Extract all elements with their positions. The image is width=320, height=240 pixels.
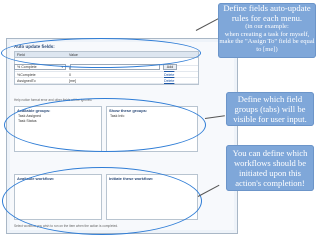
callout-groups-line1: Define which field [237, 94, 303, 104]
field-select-value: % Complete [17, 65, 37, 69]
row-value: 0 [69, 73, 71, 77]
callout-workflows-line1: You can define which [232, 148, 308, 158]
row-value: [me] [69, 79, 76, 83]
callout-fields-line4: when creating a task for myself, [224, 30, 310, 38]
callout-workflows-line3: initiated upon this [238, 168, 302, 178]
highlight-ellipse-groups [4, 98, 206, 152]
callout-workflows-line2: workflows should be [233, 158, 307, 168]
delete-link[interactable]: Delete [162, 78, 196, 83]
callout-fields-line2: rules for each menu. [231, 13, 303, 23]
row-field: %Complete [17, 73, 36, 77]
add-button[interactable]: Add [163, 64, 177, 70]
table-row: AssignedTo [me] Delete [15, 78, 198, 84]
callout-workflows: You can define which workflows should be… [226, 145, 314, 191]
callout-workflows-line4: action's completion! [235, 178, 305, 188]
pointer-line-1 [195, 17, 220, 31]
highlight-ellipse-fields [1, 38, 201, 68]
callout-groups: Define which field groups (tabs) will be… [226, 92, 314, 126]
callout-groups-line3: visible for user input. [233, 114, 307, 124]
delete-link[interactable]: Delete [162, 72, 196, 77]
highlight-ellipse-workflows [2, 167, 202, 235]
callout-groups-line2: groups (tabs) will be [234, 104, 306, 114]
callout-fields-line3: (in our example: [245, 23, 289, 30]
callout-fields: Define fields auto-update rules for each… [218, 3, 316, 58]
callout-fields-line1: Define fields auto-update [223, 3, 311, 13]
row-field: AssignedTo [17, 79, 36, 83]
callout-fields-line6: to [me]) [256, 45, 278, 53]
callout-fields-line5: make the "Assign To" field be equal [219, 38, 315, 45]
